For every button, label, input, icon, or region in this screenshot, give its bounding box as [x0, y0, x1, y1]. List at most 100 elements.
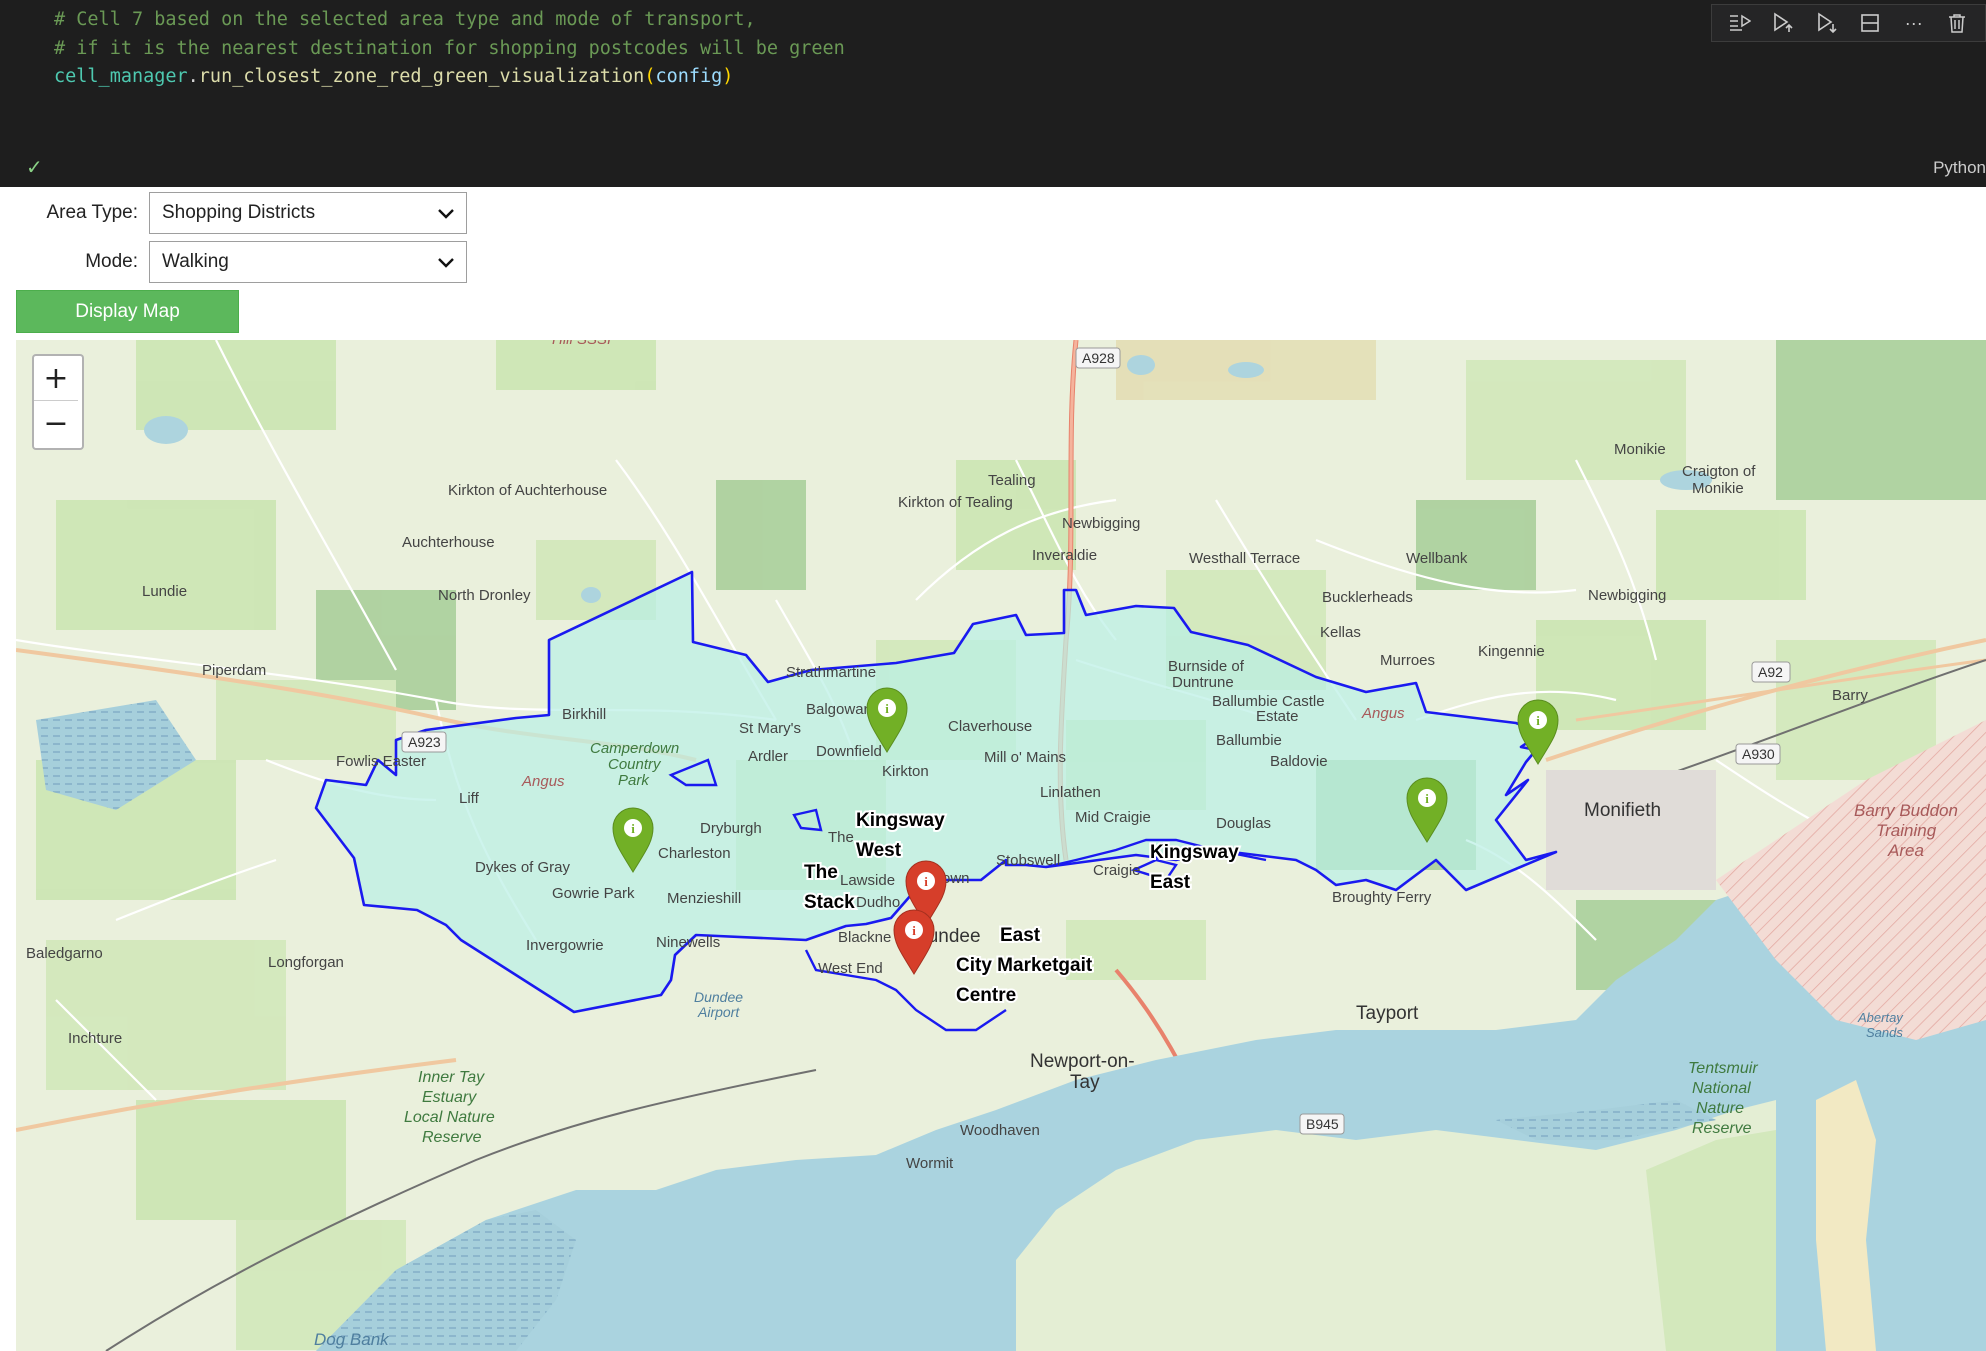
place-wormit: Wormit [906, 1155, 954, 1172]
road-a928: A928 [1082, 350, 1115, 366]
place-dryburgh: Dryburgh [700, 820, 762, 837]
place-ballumbie-castle-2: Estate [1256, 708, 1299, 725]
place-monikie: Monikie [1614, 441, 1666, 458]
code-editor[interactable]: # Cell 7 based on the selected area type… [54, 6, 845, 92]
delete-icon[interactable] [1942, 8, 1972, 38]
zone-kingsway-west-1: Kingsway [856, 810, 945, 831]
place-newbigging-2: Newbigging [1588, 587, 1666, 604]
execute-above-icon[interactable] [1768, 8, 1798, 38]
place-craigton-2: Monikie [1692, 480, 1744, 497]
place-camperdown-1: Camperdown [590, 740, 679, 757]
place-st-marys: St Mary's [739, 720, 801, 737]
place-inner-tay-3: Local Nature [404, 1109, 495, 1126]
place-lawside: Lawside [840, 872, 895, 889]
place-mill-o-mains: Mill o' Mains [984, 749, 1066, 766]
place-baledgarno: Baledgarno [26, 945, 103, 962]
road-a930: A930 [1742, 746, 1775, 762]
kernel-label[interactable]: Python [1933, 158, 1986, 178]
monifieth-urban [1546, 770, 1716, 890]
place-kirkton: Kirkton [882, 763, 929, 780]
tay-mouth-sand [1816, 1080, 1876, 1351]
place-abertay-1: Abertay [1857, 1010, 1904, 1025]
place-airport-1: Dundee [694, 989, 743, 1005]
place-north-dronley: North Dronley [438, 587, 531, 604]
cell-toolbar: ··· [1711, 4, 1986, 42]
place-tayport: Tayport [1356, 1003, 1419, 1024]
place-ballumbie: Ballumbie [1216, 732, 1282, 749]
place-airport-2: Airport [697, 1004, 740, 1020]
place-dudhope: Dudho [856, 894, 900, 911]
area-type-label: Area Type: [46, 202, 138, 223]
place-douglas: Douglas [1216, 815, 1271, 832]
marker-info-icon: i [631, 821, 635, 836]
area-type-select[interactable]: Shopping Districts [149, 192, 467, 234]
zone-city-2: Centre [956, 985, 1016, 1006]
execute-below-icon[interactable] [1812, 8, 1842, 38]
place-inner-tay-1: Inner Tay [418, 1069, 485, 1086]
place-barry-buddon-3: Area [1887, 841, 1924, 860]
place-piperdam: Piperdam [202, 662, 266, 679]
run-by-line-icon[interactable] [1725, 8, 1755, 38]
place-craigton-1: Craigton of [1682, 463, 1756, 480]
place-mid-craigie: Mid Craigie [1075, 809, 1151, 826]
place-craigie: Craigie [1093, 862, 1141, 879]
code-comment-1: # Cell 7 based on the selected area type… [54, 9, 756, 30]
place-woodhaven: Woodhaven [960, 1122, 1040, 1139]
place-fowlis-easter: Fowlis Easter [336, 753, 426, 770]
code-paren-close: ) [722, 66, 734, 87]
area-type-value: Shopping Districts [162, 202, 316, 223]
place-lundie: Lundie [142, 583, 187, 600]
place-inchture: Inchture [68, 1030, 122, 1047]
place-linlathen: Linlathen [1040, 784, 1101, 801]
marker-info-icon: i [885, 701, 889, 716]
place-burnside-1: Burnside of [1168, 658, 1245, 675]
zone-city-1: City Marketgait [956, 955, 1093, 976]
place-broughty-ferry: Broughty Ferry [1332, 889, 1432, 906]
place-tealing: Tealing [988, 472, 1036, 489]
mode-label: Mode: [85, 251, 138, 272]
place-menzieshill: Menzieshill [667, 890, 741, 907]
place-the: The [828, 829, 854, 846]
more-icon[interactable]: ··· [1899, 8, 1929, 38]
place-ninewells: Ninewells [656, 934, 720, 951]
place-angus-2: Angus [1361, 705, 1405, 722]
mode-select[interactable]: Walking [149, 241, 467, 283]
map[interactable]: Hill SSSI Kirkton of Auchterhouse Auchte… [16, 340, 1986, 1351]
split-cell-icon[interactable] [1855, 8, 1885, 38]
road-a92: A92 [1758, 664, 1783, 680]
place-camperdown-2: Country [608, 756, 662, 773]
place-tentsmuir-3: Nature [1696, 1100, 1744, 1117]
place-longforgan: Longforgan [268, 954, 344, 971]
chevron-down-icon [438, 258, 454, 268]
place-abertay-2: Sands [1866, 1025, 1903, 1040]
place-gowrie-park: Gowrie Park [552, 885, 635, 902]
marker-info-icon: i [1425, 791, 1429, 806]
marker-info-icon: i [924, 874, 928, 889]
place-bucklerheads: Bucklerheads [1322, 589, 1413, 606]
zone-kingsway-east-2: East [1150, 872, 1191, 893]
success-check-icon: ✓ [26, 157, 43, 179]
code-comment-2: # if it is the nearest destination for s… [54, 37, 845, 59]
place-tentsmuir-2: National [1692, 1080, 1751, 1097]
code-cell[interactable]: # Cell 7 based on the selected area type… [0, 0, 1986, 187]
zoom-out-button[interactable]: − [34, 401, 78, 445]
tentsmuir [1646, 1130, 1776, 1351]
code-dot: . [187, 66, 199, 87]
place-tentsmuir-1: Tentsmuir [1688, 1060, 1758, 1077]
place-baldovie: Baldovie [1270, 753, 1328, 770]
place-balgowan: Balgowan [806, 701, 872, 718]
place-camperdown-3: Park [618, 772, 650, 789]
place-newport-1: Newport-on- [1030, 1051, 1135, 1072]
zoom-in-button[interactable]: + [34, 356, 78, 401]
place-dog-bank: Dog Bank [314, 1330, 390, 1349]
place-angus-1: Angus [521, 773, 565, 790]
code-paren-open: ( [644, 66, 656, 87]
place-blackness: Blackne [838, 929, 891, 946]
code-object: cell_manager [54, 66, 188, 87]
place-stobswell: Stobswell [996, 852, 1060, 869]
map-canvas[interactable]: Hill SSSI Kirkton of Auchterhouse Auchte… [16, 340, 1986, 1351]
place-barry: Barry [1832, 687, 1868, 704]
place-murroes: Murroes [1380, 652, 1435, 669]
display-map-button[interactable]: Display Map [16, 290, 239, 333]
tay-mouth [1776, 1080, 1986, 1351]
